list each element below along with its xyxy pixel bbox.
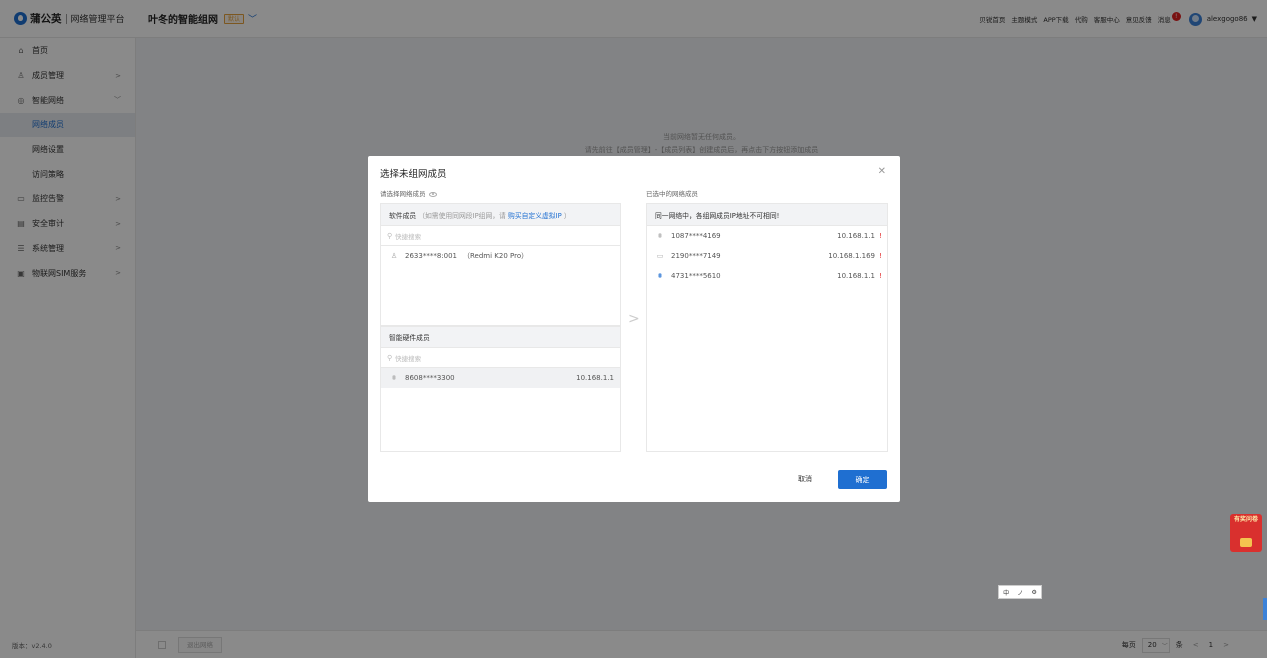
router-icon: ⩩ bbox=[658, 271, 662, 280]
selected-members-panel: 同一网络中，各组网成员IP地址不可相同! ⩩ 1087****4169 10.1… bbox=[646, 203, 888, 452]
ip-conflict-warning: ! bbox=[879, 232, 882, 240]
edge-tab[interactable] bbox=[1263, 598, 1267, 620]
ime-punct[interactable]: ノ bbox=[1017, 588, 1023, 597]
transfer-right-icon[interactable]: > bbox=[628, 311, 640, 327]
hardware-members-panel: 智能硬件成员 ⚲ 快捷搜索 ⩩ 8608****3300 10.168.1.1 bbox=[380, 326, 621, 452]
list-item[interactable]: ♙ 2633****8:001 （Redmi K20 Pro） bbox=[381, 246, 620, 266]
list-item[interactable]: ▭ 2190****7149 10.168.1.169 ! bbox=[647, 246, 887, 266]
software-hint: （如需使用同网段IP组网，请 购买自定义虚拟IP ） bbox=[418, 210, 571, 220]
ime-language[interactable]: 中 bbox=[1003, 588, 1009, 597]
search-placeholder: 快捷搜索 bbox=[395, 354, 422, 363]
member-id: 2633****8:001 bbox=[405, 252, 457, 260]
member-id: 4731****5610 bbox=[671, 272, 721, 280]
coin-icon bbox=[1240, 538, 1252, 547]
search-icon: ⚲ bbox=[387, 353, 393, 362]
software-hint-end: ） bbox=[563, 211, 571, 220]
confirm-button[interactable]: 确定 bbox=[838, 470, 887, 489]
dialog-title: 选择未组网成员 bbox=[380, 169, 447, 180]
ime-settings-icon[interactable]: ⚙ bbox=[1032, 589, 1037, 596]
buy-virtual-ip-link[interactable]: 购买自定义虚拟IP bbox=[508, 212, 562, 220]
red-packet-text: 有奖问卷 bbox=[1233, 516, 1258, 523]
left-label-text: 请选择网络成员 bbox=[380, 190, 426, 198]
select-members-dialog: 选择未组网成员 ✕ 请选择网络成员 已选中的网络成员 软件成员 （如需使用同网段… bbox=[368, 156, 900, 502]
software-members-header: 软件成员 （如需使用同网段IP组网，请 购买自定义虚拟IP ） bbox=[381, 204, 620, 226]
software-members-panel: 软件成员 （如需使用同网段IP组网，请 购买自定义虚拟IP ） ⚲ 快捷搜索 ♙ … bbox=[380, 203, 621, 326]
software-hint-text: （如需使用同网段IP组网，请 bbox=[418, 211, 506, 220]
left-column-label: 请选择网络成员 bbox=[380, 188, 437, 198]
ip-conflict-warning: ! bbox=[879, 272, 882, 280]
hardware-search-input[interactable]: ⚲ 快捷搜索 bbox=[381, 348, 620, 368]
close-icon[interactable]: ✕ bbox=[878, 166, 886, 177]
member-ip: 10.168.1.1 bbox=[576, 374, 614, 382]
member-device: （Redmi K20 Pro） bbox=[463, 252, 529, 260]
software-search-input[interactable]: ⚲ 快捷搜索 bbox=[381, 226, 620, 246]
cancel-button[interactable]: 取消 bbox=[798, 474, 812, 484]
eye-icon[interactable] bbox=[428, 191, 437, 197]
member-ip: 10.168.1.169 bbox=[828, 252, 875, 260]
search-icon: ⚲ bbox=[387, 231, 393, 240]
member-id: 1087****4169 bbox=[671, 232, 721, 240]
hardware-members-header: 智能硬件成员 bbox=[381, 326, 620, 348]
survey-red-packet[interactable]: 有奖问卷 bbox=[1230, 514, 1262, 552]
member-id: 8608****3300 bbox=[405, 374, 455, 382]
member-ip: 10.168.1.1 bbox=[837, 232, 875, 240]
list-item[interactable]: ⩩ 8608****3300 10.168.1.1 bbox=[381, 368, 620, 388]
right-column-label: 已选中的网络成员 bbox=[646, 190, 698, 198]
device-icon: ▭ bbox=[656, 252, 664, 260]
router-icon: ⩩ bbox=[658, 231, 662, 240]
router-icon: ⩩ bbox=[392, 373, 396, 382]
search-placeholder: 快捷搜索 bbox=[395, 232, 422, 241]
list-item[interactable]: ⩩ 1087****4169 10.168.1.1 ! bbox=[647, 226, 887, 246]
software-head-title: 软件成员 bbox=[389, 211, 417, 220]
list-item[interactable]: ⩩ 4731****5610 10.168.1.1 ! bbox=[647, 266, 887, 286]
member-ip: 10.168.1.1 bbox=[837, 272, 875, 280]
member-id: 2190****7149 bbox=[671, 252, 721, 260]
ime-toolbar[interactable]: 中 ノ ⚙ bbox=[998, 585, 1042, 599]
user-icon: ♙ bbox=[390, 252, 398, 260]
ip-conflict-warning: ! bbox=[879, 252, 882, 260]
selected-members-header: 同一网络中，各组网成员IP地址不可相同! bbox=[647, 204, 887, 226]
